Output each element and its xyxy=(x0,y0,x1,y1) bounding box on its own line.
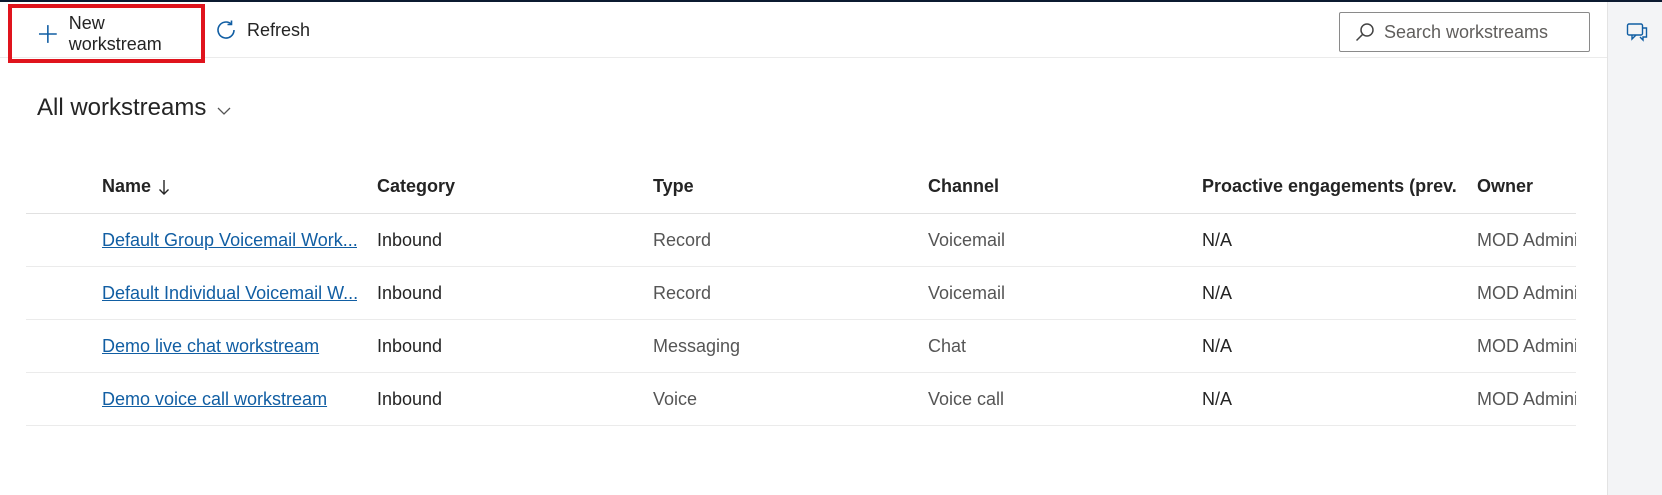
workstream-name-link[interactable]: Demo live chat workstream xyxy=(102,336,319,357)
column-header-channel-label: Channel xyxy=(928,176,1000,196)
search-input[interactable] xyxy=(1384,21,1584,43)
column-header-name-label: Name xyxy=(102,176,152,196)
table-row[interactable]: Default Individual Voicemail W... Inboun… xyxy=(26,267,1576,320)
proactive-cell: N/A xyxy=(1202,335,1233,356)
channel-cell: Voicemail xyxy=(928,282,1006,303)
new-workstream-label: New workstream xyxy=(68,12,162,54)
column-header-category[interactable]: Category xyxy=(377,160,632,213)
plus-icon xyxy=(38,24,57,43)
owner-cell: MOD Admini xyxy=(1477,229,1576,250)
channel-cell: Chat xyxy=(928,335,967,356)
category-cell: Inbound xyxy=(377,388,443,409)
type-cell: Record xyxy=(653,282,712,303)
category-cell: Inbound xyxy=(377,282,443,303)
column-header-proactive-label: Proactive engagements (prev... xyxy=(1202,176,1457,196)
type-cell: Voice xyxy=(653,388,698,409)
owner-cell: MOD Admini xyxy=(1477,335,1576,356)
column-header-owner-label: Owner xyxy=(1477,176,1534,196)
grid-header: Name Category Type Channel Proactive eng… xyxy=(26,160,1576,214)
refresh-icon xyxy=(217,20,235,39)
type-cell: Record xyxy=(653,229,712,250)
proactive-cell: N/A xyxy=(1202,282,1233,303)
workstream-name-link[interactable]: Default Group Voicemail Work... xyxy=(102,230,357,251)
column-header-name[interactable]: Name xyxy=(102,160,357,213)
type-cell: Messaging xyxy=(653,335,741,356)
column-header-category-label: Category xyxy=(377,176,456,196)
refresh-button[interactable]: Refresh xyxy=(215,2,310,58)
workstream-name-link[interactable]: Demo voice call workstream xyxy=(102,389,327,410)
new-workstream-button[interactable]: New workstream xyxy=(8,4,205,63)
workstreams-grid: Name Category Type Channel Proactive eng… xyxy=(26,160,1576,426)
column-header-channel[interactable]: Channel xyxy=(928,160,1183,213)
category-cell: Inbound xyxy=(377,229,443,250)
table-row[interactable]: Demo live chat workstream Inbound Messag… xyxy=(26,320,1576,373)
chat-icon[interactable] xyxy=(1626,22,1648,42)
column-header-proactive[interactable]: Proactive engagements (prev... xyxy=(1202,160,1457,213)
page-title: All workstreams xyxy=(37,94,207,121)
search-icon xyxy=(1355,23,1374,42)
chevron-down-icon xyxy=(217,107,231,115)
owner-cell: MOD Admini xyxy=(1477,388,1576,409)
right-side-rail xyxy=(1607,2,1662,495)
column-header-owner[interactable]: Owner xyxy=(1477,160,1576,213)
owner-cell: MOD Admini xyxy=(1477,282,1576,303)
category-cell: Inbound xyxy=(377,335,443,356)
proactive-cell: N/A xyxy=(1202,388,1233,409)
command-bar: New workstream Refresh xyxy=(0,2,1607,63)
proactive-cell: N/A xyxy=(1202,229,1233,250)
refresh-label: Refresh xyxy=(247,19,311,40)
sort-arrow-down-icon xyxy=(159,179,170,195)
column-header-type[interactable]: Type xyxy=(653,160,908,213)
search-box[interactable] xyxy=(1339,12,1590,52)
table-row[interactable]: Default Group Voicemail Work... Inbound … xyxy=(26,214,1576,267)
table-row[interactable]: Demo voice call workstream Inbound Voice… xyxy=(26,373,1576,426)
column-header-type-label: Type xyxy=(653,176,694,196)
workstream-name-link[interactable]: Default Individual Voicemail W... xyxy=(102,283,357,304)
channel-cell: Voice call xyxy=(928,388,1005,409)
view-selector[interactable]: All workstreams xyxy=(37,94,232,122)
channel-cell: Voicemail xyxy=(928,229,1006,250)
